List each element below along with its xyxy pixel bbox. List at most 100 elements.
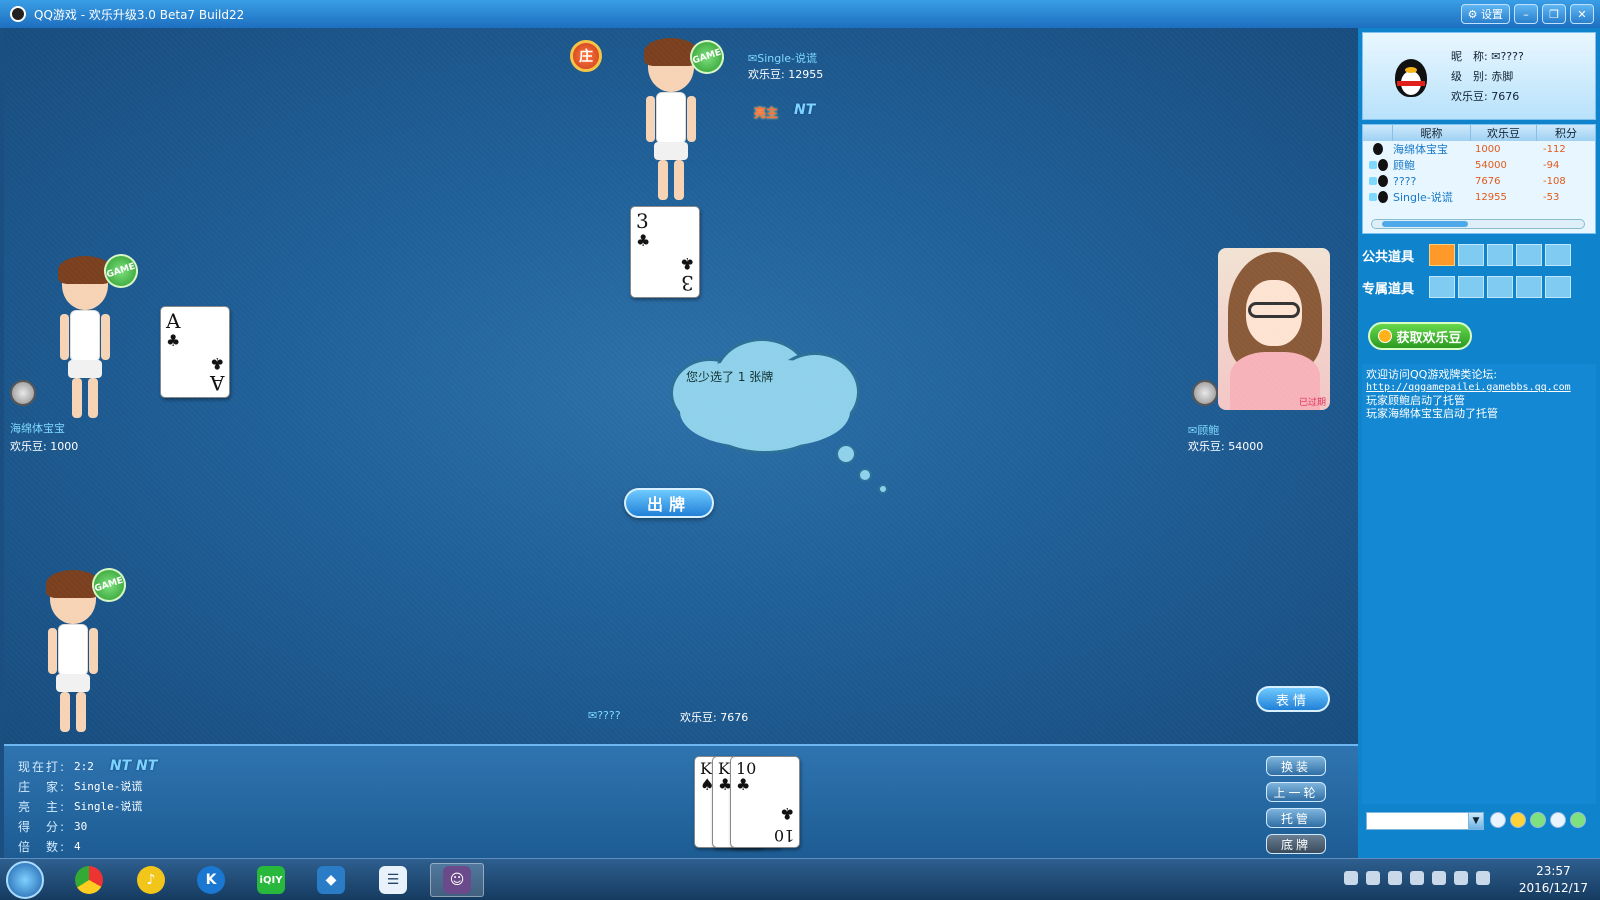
windows-taskbar: ♪ K iQIY ◆ ☰ ☺ 23:57 2016/12/17	[0, 858, 1600, 900]
vip-icon	[1368, 161, 1377, 169]
qq-tray-icon[interactable]	[1366, 871, 1380, 885]
prop-slot[interactable]	[1516, 276, 1542, 298]
vip-icon: ✉	[1188, 424, 1198, 437]
messenger-icon[interactable]: ☰	[366, 863, 420, 897]
bottom-cards-button[interactable]: 底牌	[1266, 834, 1326, 854]
table-row[interactable]: 海绵体宝宝 1000 -112	[1363, 141, 1595, 157]
table-row[interactable]: Single-说谎 12955 -53	[1363, 189, 1595, 205]
profile-info: 昵 称: ✉???? 级 别: 赤脚 欢乐豆: 7676	[1451, 50, 1524, 103]
action-buttons: 换装 上一轮 托管 底牌	[1266, 756, 1326, 854]
smiley-icon[interactable]	[1510, 812, 1526, 828]
player-left-name: 海绵体宝宝	[10, 422, 65, 435]
vip-icon	[1368, 177, 1377, 185]
prop-slot[interactable]	[1487, 276, 1513, 298]
hint-message: 您少选了 1 张牌	[686, 370, 774, 384]
penguin-icon	[1377, 191, 1388, 203]
security-icon[interactable]	[1476, 871, 1490, 885]
triangle-icon[interactable]	[1530, 812, 1546, 828]
game-info-panel: 现在打: 2:2 NT NT 庄 家: Single-说谎 亮 主: Single-说谎…	[18, 758, 158, 854]
player-score-table: 昵称 欢乐豆 积分 海绵体宝宝 1000 -112 顾鲍 54000 -94 ?…	[1362, 124, 1596, 234]
prop-slot[interactable]	[1458, 244, 1484, 266]
props-panel: 公共道具 专属道具	[1362, 240, 1596, 310]
forum-link[interactable]: http://qqgamepailei.gamebbs.qq.com	[1366, 381, 1592, 394]
nt-pair-label: NT NT	[109, 758, 158, 774]
player-top-name: ✉Single-说谎	[748, 52, 818, 65]
music-icon[interactable]: ♪	[124, 863, 178, 897]
trump-nt-label: NT	[794, 102, 816, 118]
maximize-button[interactable]: ❐	[1542, 4, 1566, 24]
hand-card[interactable]: 10 ♣ ♣ 10	[730, 756, 800, 848]
player-right-name: ✉顾鲍	[1188, 424, 1220, 437]
qq-tray-icon[interactable]	[1410, 871, 1424, 885]
player-left-beans: 欢乐豆: 1000	[10, 440, 79, 453]
game-table: 庄 GAME ✉Single-说谎 欢乐豆: 12955 亮主 NT 3 ♣ ♣ 3…	[4, 28, 1358, 744]
auto-play-button[interactable]: 托管	[1266, 808, 1326, 828]
last-round-button[interactable]: 上一轮	[1266, 782, 1326, 802]
robot-auto-icon	[1192, 380, 1218, 406]
scrollbar-thumb[interactable]	[1382, 221, 1468, 227]
minus-icon[interactable]	[1490, 812, 1506, 828]
prop-slot[interactable]	[1487, 244, 1513, 266]
played-card-left: A ♣ ♣ A	[160, 306, 230, 398]
shield-icon[interactable]	[1388, 871, 1402, 885]
chat-input[interactable]	[1366, 812, 1476, 830]
window-titlebar: QQ游戏 - 欢乐升级3.0 Beta7 Build22 ⚙ 设置 – ❐ ✕	[0, 0, 1600, 28]
player-self-name: ✉????	[588, 709, 621, 722]
penguin-icon	[1377, 175, 1388, 187]
vip-icon	[1368, 193, 1377, 201]
volume-icon[interactable]	[1454, 871, 1468, 885]
get-beans-button[interactable]: 获取欢乐豆	[1368, 322, 1472, 350]
table-row[interactable]: 顾鲍 54000 -94	[1363, 157, 1595, 173]
kugou-icon[interactable]: K	[184, 863, 238, 897]
bottom-status-bar: 现在打: 2:2 NT NT 庄 家: Single-说谎 亮 主: Single-说谎…	[4, 744, 1358, 858]
player-top-beans: 欢乐豆: 12955	[748, 68, 824, 81]
vip-icon: ✉	[588, 709, 598, 722]
minimize-button[interactable]: –	[1514, 4, 1538, 24]
qq-game-icon[interactable]: ◆	[304, 863, 358, 897]
hint-cloud: 您少选了 1 张牌	[670, 338, 864, 458]
coin-icon	[1378, 329, 1393, 343]
emote-button[interactable]: 表情	[1256, 686, 1330, 712]
iqiyi-icon[interactable]: iQIY	[244, 863, 298, 897]
player-self-beans: 欢乐豆: 7676	[680, 711, 749, 724]
prop-bag-icon[interactable]	[1429, 244, 1455, 266]
robot-auto-icon	[10, 380, 36, 406]
prop-slot[interactable]	[1545, 244, 1571, 266]
table-row[interactable]: ???? 7676 -108	[1363, 173, 1595, 189]
player-right-avatar[interactable]: 已过期	[1218, 248, 1330, 410]
liangzhu-label: 亮主	[754, 106, 779, 120]
chrome-icon[interactable]	[62, 863, 116, 897]
settings-button[interactable]: ⚙ 设置	[1460, 4, 1510, 24]
penguin-icon	[1373, 143, 1383, 155]
windows-start-icon[interactable]	[6, 861, 44, 899]
cloud-dot	[836, 444, 856, 464]
prop-slot[interactable]	[1516, 244, 1542, 266]
dealer-badge: 庄	[570, 40, 602, 72]
close-button[interactable]: ✕	[1570, 4, 1594, 24]
globe-icon[interactable]	[1570, 812, 1586, 828]
game-window-icon[interactable]: ☺	[430, 863, 484, 897]
play-cards-button[interactable]: 出牌	[624, 488, 714, 518]
vip-icon: ✉	[748, 52, 758, 65]
speaker-icon[interactable]	[1550, 812, 1566, 828]
network-icon[interactable]	[1432, 871, 1446, 885]
change-outfit-button[interactable]: 换装	[1266, 756, 1326, 776]
private-props-label: 专属道具	[1362, 281, 1415, 297]
glasses-icon	[1248, 302, 1300, 318]
player-right-beans: 欢乐豆: 54000	[1188, 440, 1264, 453]
gear-icon: ⚙	[1467, 7, 1478, 21]
prop-slot[interactable]	[1458, 276, 1484, 298]
cloud-dot	[878, 484, 888, 494]
window-title: QQ游戏 - 欢乐升级3.0 Beta7 Build22	[34, 7, 245, 22]
table-scrollbar[interactable]	[1371, 219, 1585, 229]
public-props-label: 公共道具	[1362, 249, 1415, 265]
chat-log: 欢迎访问QQ游戏牌类论坛: http://qqgamepailei.gamebb…	[1362, 364, 1596, 804]
chevron-down-icon[interactable]: ▼	[1468, 812, 1484, 830]
prop-slot[interactable]	[1429, 276, 1455, 298]
right-sidebar: 昵 称: ✉???? 级 别: 赤脚 欢乐豆: 7676 昵称 欢乐豆 积分 海…	[1358, 28, 1600, 858]
prop-slot[interactable]	[1545, 276, 1571, 298]
qq-penguin-icon	[10, 6, 26, 22]
taskbar-clock[interactable]: 23:57 2016/12/17	[1519, 863, 1588, 897]
keyboard-icon[interactable]	[1344, 871, 1358, 885]
played-card-top: 3 ♣ ♣ 3	[630, 206, 700, 298]
